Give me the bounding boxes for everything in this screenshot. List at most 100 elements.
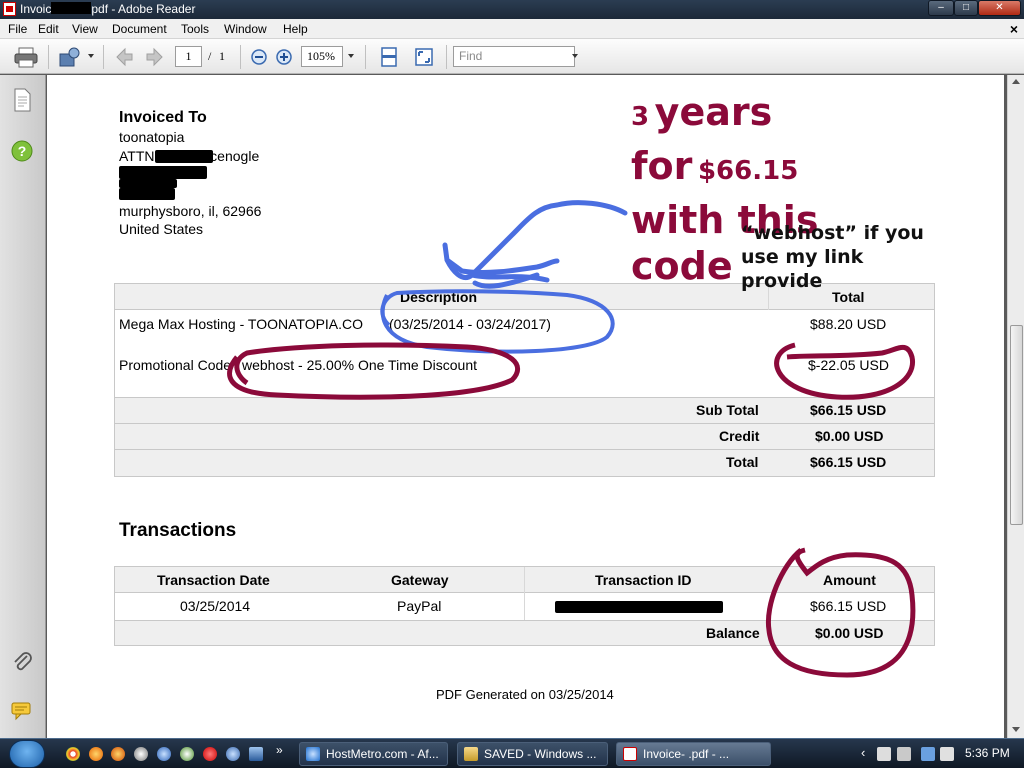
menu-file[interactable]: File <box>8 22 27 36</box>
redaction-mark <box>119 179 177 188</box>
chrome-icon[interactable] <box>66 747 80 761</box>
zoom-in-icon[interactable] <box>274 46 294 68</box>
clock[interactable]: 5:36 PM <box>965 746 1010 760</box>
share-tools-icon[interactable] <box>58 46 86 68</box>
credit-value: $0.00 USD <box>815 428 884 444</box>
header-transaction-id: Transaction ID <box>595 572 692 588</box>
start-button[interactable] <box>9 740 45 768</box>
redaction-mark <box>555 601 723 613</box>
scrollbar-thumb[interactable] <box>1010 325 1023 525</box>
full-screen-icon[interactable] <box>413 46 435 68</box>
scroll-down-icon[interactable] <box>1012 727 1020 732</box>
network-icon[interactable] <box>921 747 935 761</box>
next-page-icon[interactable] <box>144 46 166 68</box>
blue-arrow-scribble <box>442 200 628 289</box>
item-description: Mega Max Hosting - TOONATOPIA.CO <box>119 316 364 332</box>
scroll-up-icon[interactable] <box>1012 79 1020 84</box>
menu-edit[interactable]: Edit <box>38 22 59 36</box>
chevron-right-icon[interactable]: » <box>276 743 283 757</box>
table-header-row: Transaction Date Gateway Transaction ID … <box>115 567 934 620</box>
chevron-down-icon[interactable] <box>88 54 94 58</box>
minimize-button[interactable]: – <box>928 0 954 16</box>
table-row: 03/25/2014 PayPal $66.15 USD <box>115 593 934 620</box>
pages-icon[interactable] <box>12 88 32 112</box>
chevron-left-icon[interactable]: ‹ <box>861 745 865 760</box>
document-page: Invoiced To toonatopia ATTN: Icenogle mu… <box>47 75 1004 738</box>
tray-icon[interactable] <box>877 747 891 761</box>
help-icon[interactable]: ? <box>11 140 33 162</box>
page-separator: / <box>208 49 212 63</box>
header-transaction-date: Transaction Date <box>157 572 270 588</box>
subtotal-label: Sub Total <box>696 402 759 418</box>
zoom-out-icon[interactable] <box>249 46 269 68</box>
browser-icon[interactable] <box>134 747 148 761</box>
tray-icon[interactable] <box>897 747 911 761</box>
volume-icon[interactable] <box>940 747 954 761</box>
page-total: 1 <box>219 49 225 63</box>
window-icon[interactable] <box>249 747 263 761</box>
taskbar: » HostMetro.com - Af... SAVED - Windows … <box>0 738 1024 768</box>
balance-value: $0.00 USD <box>815 625 884 641</box>
toolbar-separator <box>48 45 49 69</box>
menu-view[interactable]: View <box>72 22 98 36</box>
transaction-date: 03/25/2014 <box>180 598 251 614</box>
folder-icon <box>464 747 478 761</box>
chevron-down-icon[interactable] <box>348 54 354 58</box>
transactions-table: Transaction Date Gateway Transaction ID … <box>114 566 935 646</box>
credit-row: Credit $0.00 USD <box>115 423 934 449</box>
menu-help[interactable]: Help <box>283 22 308 36</box>
firefox-alt-icon[interactable] <box>111 747 125 761</box>
close-button[interactable]: ✕ <box>978 0 1021 16</box>
menu-window[interactable]: Window <box>224 22 267 36</box>
settings-icon[interactable] <box>157 747 171 761</box>
task-saved-windows[interactable]: SAVED - Windows ... <box>457 742 608 766</box>
redaction-mark <box>51 2 92 14</box>
fit-page-icon[interactable] <box>378 46 400 68</box>
globe-icon[interactable] <box>226 747 240 761</box>
annotation-price: $66.15 <box>697 156 799 186</box>
attention-prefix: ATTN: <box>119 148 159 164</box>
credit-label: Credit <box>719 428 760 444</box>
redaction-mark <box>119 166 207 179</box>
find-input[interactable]: Find <box>453 46 575 67</box>
task-invoice-pdf[interactable]: Invoice- .pdf - ... <box>616 742 771 766</box>
city-line: murphysboro, il, 62966 <box>119 203 262 219</box>
toolbar-separator <box>446 45 447 69</box>
page-number-input[interactable]: 1 <box>175 46 202 67</box>
annotation-note-line: “webhost” if you <box>741 222 924 244</box>
annotation-years: years <box>654 90 773 134</box>
toolbar: 1 / 1 105% Find <box>0 39 1024 74</box>
menu-tools[interactable]: Tools <box>181 22 209 36</box>
transactions-heading: Transactions <box>119 520 237 541</box>
navigation-panel: ? <box>0 75 46 738</box>
menu-document[interactable]: Document <box>112 22 167 36</box>
maximize-button[interactable]: □ <box>954 0 978 16</box>
promo-code-detail: webhost - 25.00% One Time Discount <box>242 357 478 373</box>
subtotal-row: Sub Total $66.15 USD <box>115 397 934 423</box>
document-close-button[interactable]: × <box>1010 21 1018 37</box>
attention-name: Icenogle <box>206 148 260 164</box>
chevron-down-icon[interactable] <box>572 54 578 58</box>
table-row: Promotional Code webhost - 25.00% One Ti… <box>115 352 934 397</box>
print-icon[interactable] <box>13 46 39 68</box>
header-amount: Amount <box>823 572 876 588</box>
redaction-mark <box>119 188 175 200</box>
previous-page-icon[interactable] <box>113 46 135 68</box>
paperclip-icon[interactable] <box>11 650 35 674</box>
transaction-gateway: PayPal <box>397 598 442 614</box>
internet-explorer-icon <box>306 747 320 761</box>
annotation-note-line: provide <box>741 270 823 292</box>
comments-icon[interactable] <box>10 701 36 721</box>
svg-text:?: ? <box>18 143 27 159</box>
menu-bar: File Edit View Document Tools Window Hel… <box>0 19 1024 39</box>
task-hostmetro[interactable]: HostMetro.com - Af... <box>299 742 448 766</box>
generated-footer: PDF Generated on 03/25/2014 <box>436 687 614 702</box>
zoom-level-input[interactable]: 105% <box>301 46 343 67</box>
vertical-scrollbar[interactable] <box>1007 75 1024 738</box>
opera-icon[interactable] <box>203 747 217 761</box>
window-title: Invoic pdf - Adobe Reader <box>20 2 196 16</box>
firefox-icon[interactable] <box>89 747 103 761</box>
sync-icon[interactable] <box>180 747 194 761</box>
total-value: $66.15 USD <box>810 454 887 470</box>
invoiced-to-heading: Invoiced To <box>119 109 207 126</box>
